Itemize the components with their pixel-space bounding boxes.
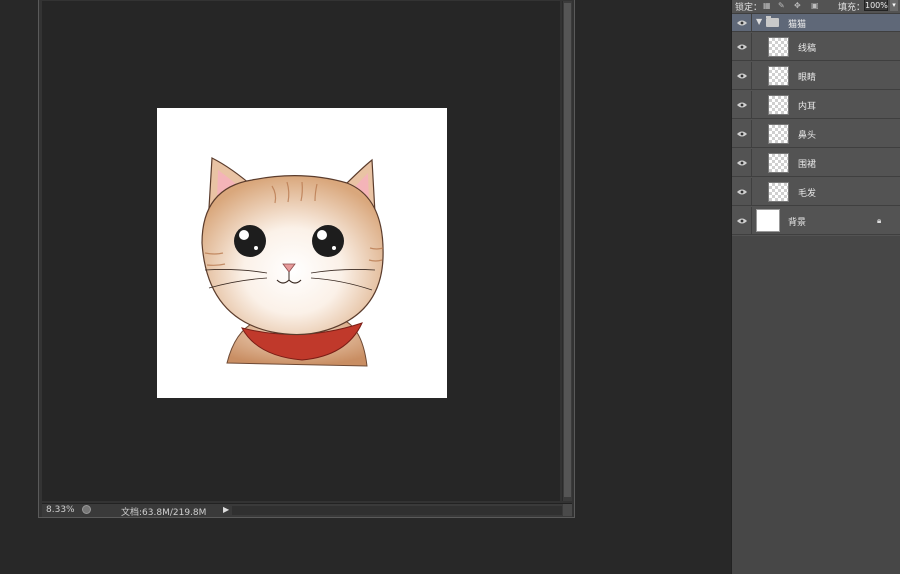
layer-row[interactable]: 内耳 bbox=[732, 91, 900, 119]
artboard-cat-illustration[interactable] bbox=[157, 108, 447, 398]
triangle-right-icon[interactable]: ▶ bbox=[223, 505, 229, 514]
layer-thumbnail bbox=[768, 153, 789, 173]
layer-name: 背景 bbox=[788, 218, 807, 228]
layers-panel: 锁定： ▦ ✎ ✥ ▣ 填充： 100% ▾ ▼ 猫猫 线稿 眼睛 内耳 鼻头 … bbox=[731, 0, 900, 574]
layer-thumbnail bbox=[768, 182, 789, 202]
document-window: 8.33% 文档:63.8M/219.8M ▶ bbox=[38, 0, 575, 518]
layer-row[interactable]: 毛发 bbox=[732, 178, 900, 206]
eye-icon bbox=[737, 189, 747, 194]
zoom-level[interactable]: 8.33% bbox=[46, 505, 75, 515]
eye-icon bbox=[737, 73, 747, 78]
vertical-scroll-thumb[interactable] bbox=[564, 3, 571, 497]
visibility-toggle[interactable] bbox=[732, 120, 752, 147]
visibility-toggle[interactable] bbox=[732, 14, 752, 31]
visibility-toggle[interactable] bbox=[732, 91, 752, 118]
lock-bar: 锁定： ▦ ✎ ✥ ▣ 填充： 100% ▾ bbox=[732, 0, 900, 14]
fill-dropdown-icon[interactable]: ▾ bbox=[890, 0, 898, 11]
eye-icon bbox=[737, 44, 747, 49]
layer-row[interactable]: 眼睛 bbox=[732, 62, 900, 90]
visibility-toggle[interactable] bbox=[732, 149, 752, 176]
layer-thumbnail bbox=[768, 124, 789, 144]
layer-thumbnail bbox=[768, 66, 789, 86]
canvas-area[interactable] bbox=[42, 1, 560, 501]
expand-arrow-icon[interactable]: ▼ bbox=[756, 17, 762, 26]
fill-input[interactable]: 100% bbox=[864, 0, 888, 11]
layer-group-row[interactable]: ▼ 猫猫 bbox=[732, 14, 900, 32]
lock-label: 锁定： bbox=[735, 3, 763, 13]
layer-name: 围裙 bbox=[798, 160, 817, 170]
status-bar: 8.33% 文档:63.8M/219.8M ▶ bbox=[42, 503, 572, 518]
lock-all-icon[interactable]: ▣ bbox=[811, 1, 819, 10]
cat-illustration bbox=[201, 157, 384, 367]
lock-image-pixels-icon[interactable]: ✎ bbox=[778, 1, 785, 10]
visibility-toggle[interactable] bbox=[732, 207, 752, 234]
eye-icon bbox=[737, 131, 747, 136]
visibility-toggle[interactable] bbox=[732, 178, 752, 205]
vertical-scrollbar[interactable] bbox=[562, 1, 572, 501]
layer-row[interactable]: 围裙 bbox=[732, 149, 900, 177]
lock-transparent-pixels-icon[interactable]: ▦ bbox=[763, 1, 771, 10]
layer-name: 线稿 bbox=[798, 44, 817, 54]
visibility-toggle[interactable] bbox=[732, 62, 752, 89]
visibility-toggle[interactable] bbox=[732, 33, 752, 60]
layer-thumbnail bbox=[756, 209, 780, 232]
layer-row[interactable]: 线稿 bbox=[732, 33, 900, 61]
layer-name: 毛发 bbox=[798, 189, 817, 199]
layer-name: 鼻头 bbox=[798, 131, 817, 141]
eye-icon bbox=[737, 20, 747, 25]
document-size: 文档:63.8M/219.8M bbox=[121, 508, 207, 518]
lock-position-icon[interactable]: ✥ bbox=[794, 1, 801, 10]
lock-icon: 🔒︎ bbox=[877, 216, 882, 225]
document-info-icon[interactable] bbox=[82, 505, 91, 514]
folder-icon bbox=[766, 16, 779, 27]
horizontal-scrollbar[interactable] bbox=[232, 506, 562, 515]
scroll-corner bbox=[563, 504, 572, 516]
layers-empty-area[interactable] bbox=[732, 236, 900, 574]
fill-label: 填充： bbox=[838, 3, 866, 13]
eye-icon bbox=[737, 160, 747, 165]
eye-icon bbox=[737, 218, 747, 223]
layer-thumbnail bbox=[768, 95, 789, 115]
eye-icon bbox=[737, 102, 747, 107]
background-layer-row[interactable]: 背景 🔒︎ bbox=[732, 207, 900, 235]
layer-thumbnail bbox=[768, 37, 789, 57]
layer-row[interactable]: 鼻头 bbox=[732, 120, 900, 148]
layer-name: 内耳 bbox=[798, 102, 817, 112]
group-name: 猫猫 bbox=[788, 20, 807, 30]
layer-name: 眼睛 bbox=[798, 73, 817, 83]
